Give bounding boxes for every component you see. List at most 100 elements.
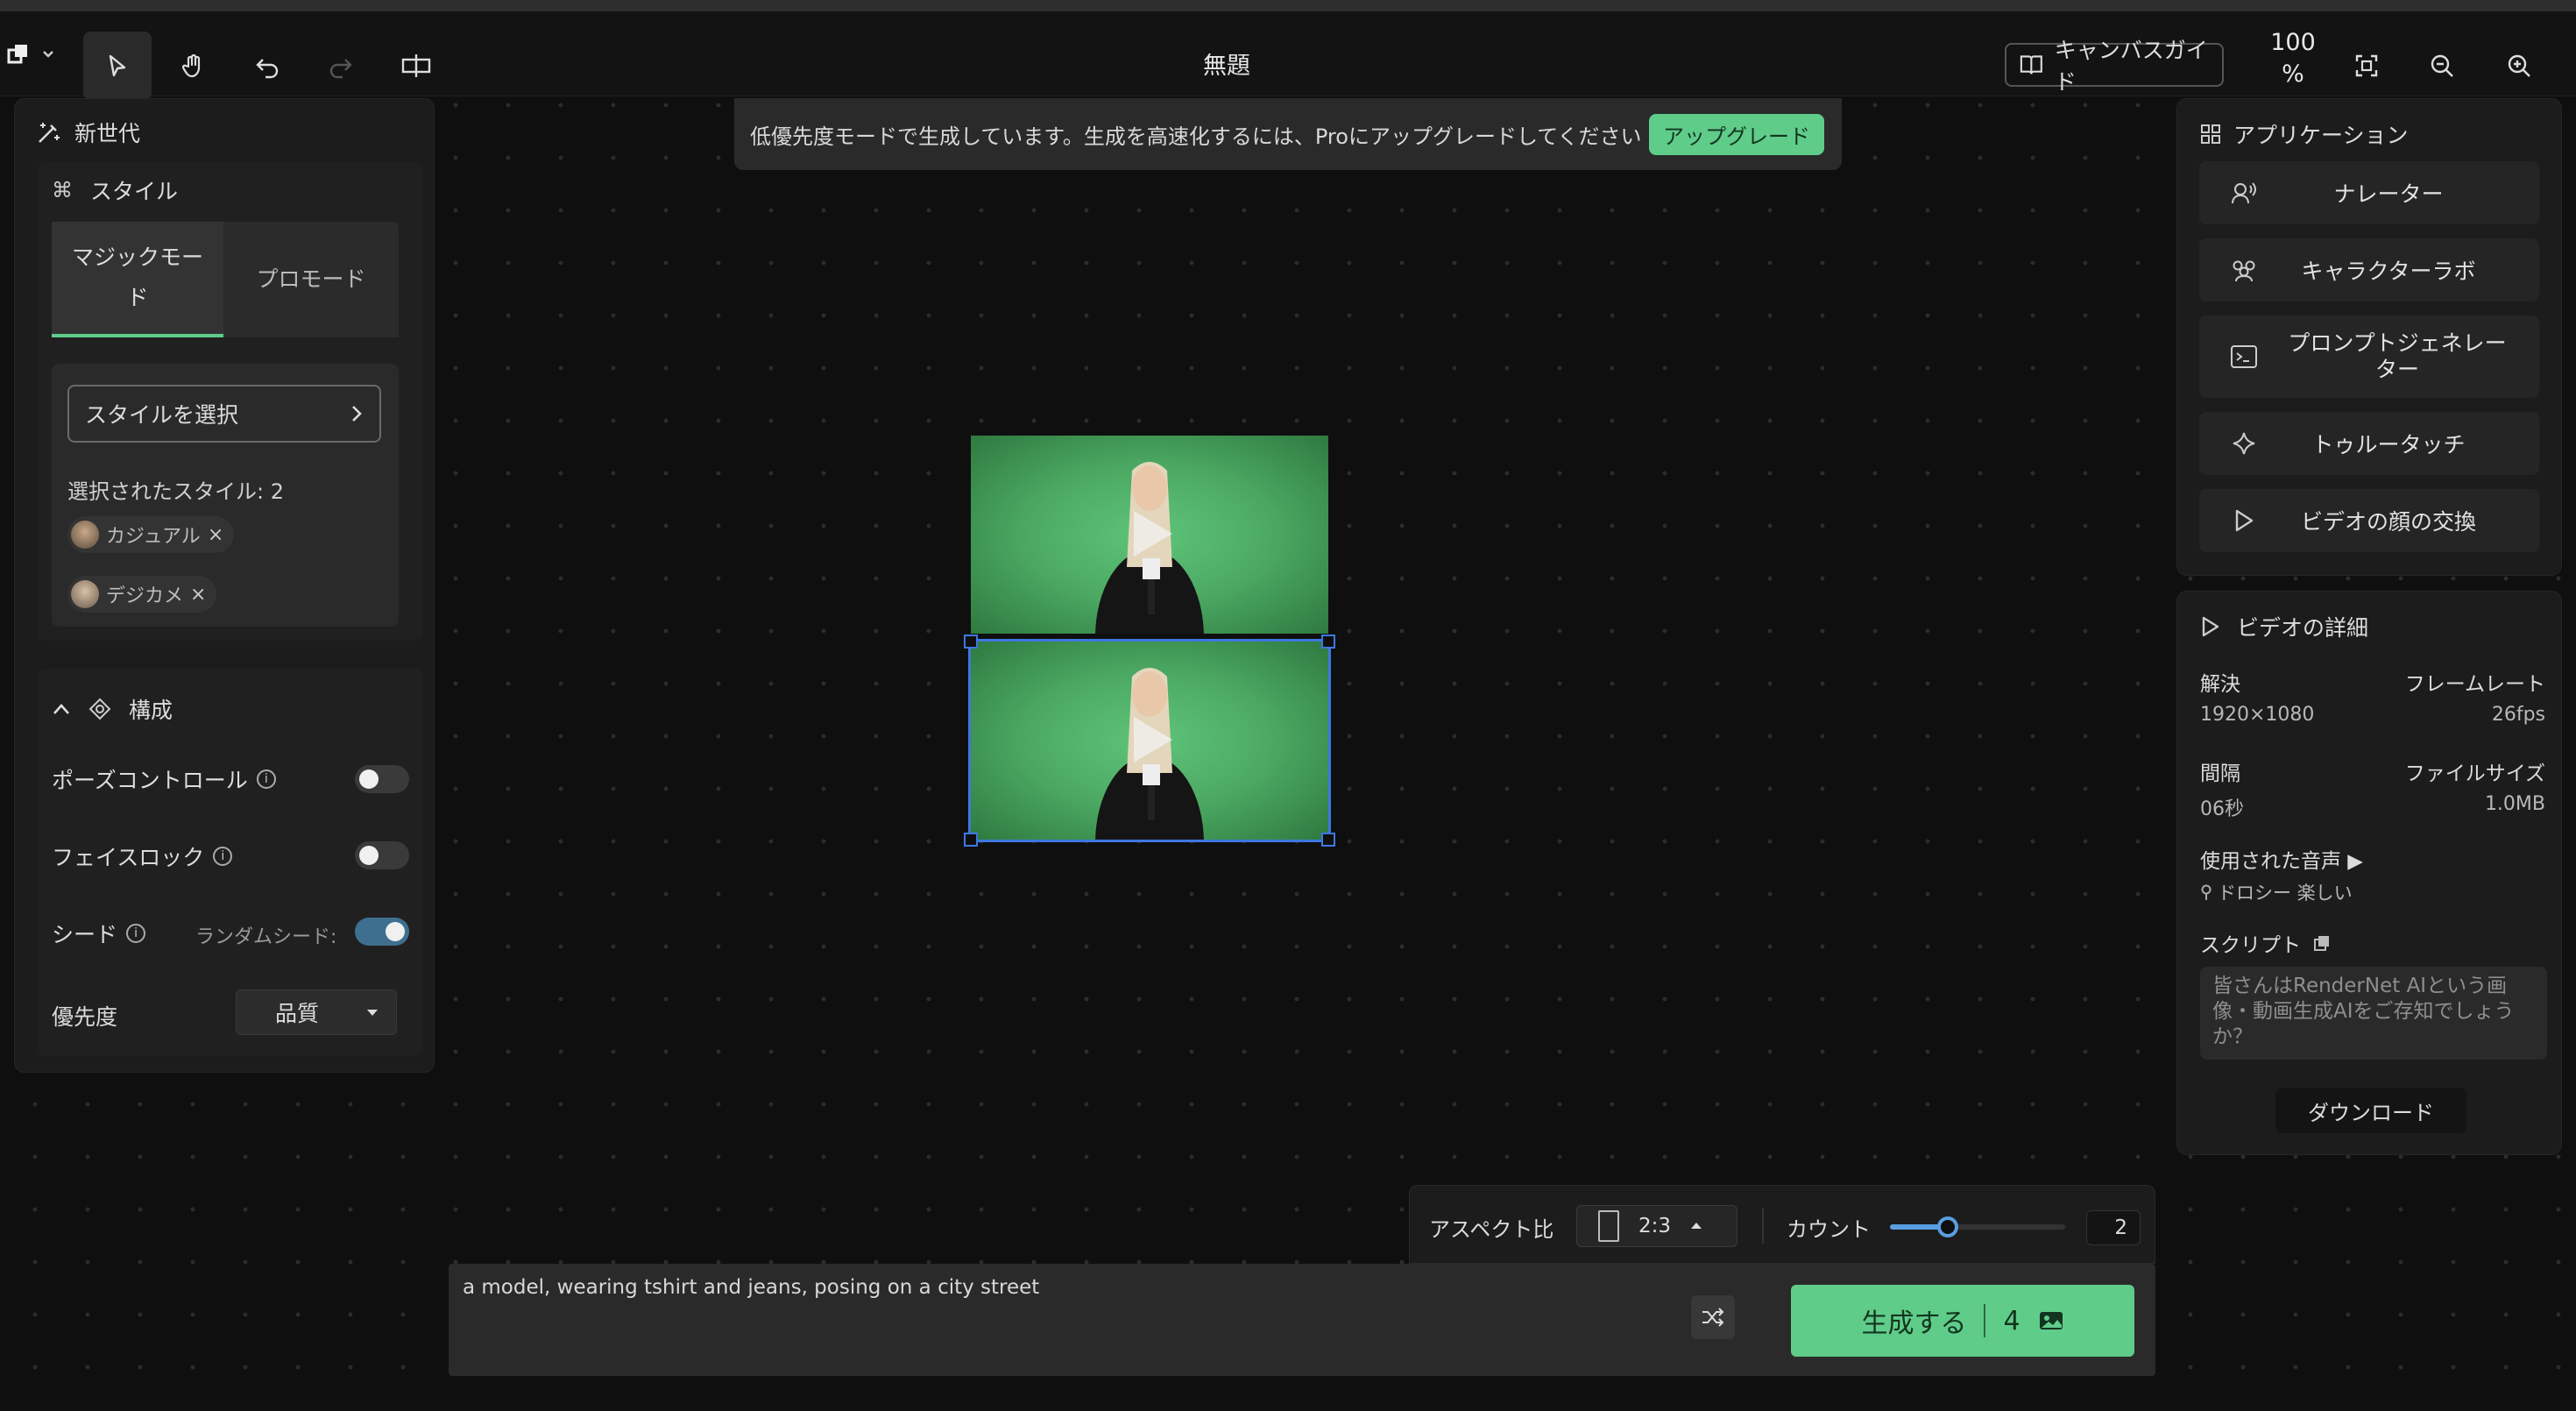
resolution-value: 1920×1080 bbox=[2200, 704, 2315, 726]
download-button[interactable]: ダウンロード bbox=[2275, 1088, 2466, 1133]
undo-icon bbox=[256, 59, 279, 79]
face-lock-row: フェイスロック i bbox=[52, 840, 233, 872]
select-tool-button[interactable] bbox=[83, 32, 152, 100]
upgrade-button[interactable]: アップグレード bbox=[1649, 113, 1824, 155]
frame-icon bbox=[401, 54, 431, 77]
zoom-in-button[interactable] bbox=[2485, 32, 2553, 100]
new-generation-label: 新世代 bbox=[74, 121, 141, 146]
script-label: スクリプト bbox=[2200, 934, 2301, 957]
app-narrator-button[interactable]: ナレーター bbox=[2199, 161, 2539, 224]
frame-tool-button[interactable] bbox=[382, 32, 450, 100]
window-top-strip bbox=[0, 0, 2576, 11]
app-label: プロンプトジェネレーター bbox=[2288, 330, 2507, 382]
play-icon bbox=[2202, 616, 2219, 637]
resize-handle[interactable] bbox=[1321, 635, 1335, 649]
divider bbox=[1984, 1304, 1986, 1337]
new-generation-header: 新世代 bbox=[36, 117, 140, 148]
info-icon[interactable]: i bbox=[256, 769, 276, 789]
mode-tabs: マジックモード プロモード bbox=[52, 222, 399, 337]
caret-down-icon bbox=[367, 1010, 378, 1016]
video-thumbnail-selected[interactable] bbox=[968, 639, 1331, 842]
divider bbox=[1762, 1209, 1764, 1244]
voice-tag: ドロシー 楽しい bbox=[2200, 879, 2353, 905]
resize-handle[interactable] bbox=[964, 833, 978, 847]
duration-value: 06秒 bbox=[2200, 798, 2244, 820]
generate-label: 生成する bbox=[1861, 1308, 1967, 1339]
shuffle-icon bbox=[1702, 1308, 1724, 1327]
info-icon[interactable]: i bbox=[126, 924, 146, 943]
chevron-down-icon bbox=[43, 51, 53, 58]
pose-control-toggle[interactable] bbox=[355, 765, 409, 793]
face-lock-toggle[interactable] bbox=[355, 841, 409, 869]
shuffle-button[interactable] bbox=[1691, 1295, 1735, 1339]
filesize-label: ファイルサイズ bbox=[2404, 762, 2545, 785]
pose-control-row: ポーズコントロール i bbox=[52, 763, 276, 795]
remove-chip-icon[interactable]: × bbox=[208, 524, 223, 546]
count-slider[interactable] bbox=[1890, 1216, 2065, 1237]
random-seed-toggle[interactable] bbox=[355, 918, 409, 946]
select-style-button[interactable]: スタイルを選択 bbox=[67, 385, 381, 443]
chip-label: デジカメ bbox=[106, 585, 184, 607]
video-frame-image bbox=[971, 436, 1328, 634]
generation-settings-bar: アスペクト比 2:3 カウント 2 bbox=[1409, 1185, 2155, 1264]
tab-pro-mode[interactable]: プロモード bbox=[223, 222, 399, 334]
chevron-right-icon bbox=[352, 406, 362, 422]
zoom-out-button[interactable] bbox=[2408, 32, 2476, 100]
prompt-input[interactable]: a model, wearing tshirt and jeans, posin… bbox=[463, 1276, 1039, 1299]
script-textarea[interactable]: 皆さんはRenderNet AIという画像・動画生成AIをご存知でしょうか？ bbox=[2200, 967, 2547, 1060]
script-header: スクリプト bbox=[2200, 928, 2331, 958]
grid-icon bbox=[2201, 124, 2220, 144]
fit-screen-icon bbox=[2355, 54, 2378, 77]
app-label: キャラクターラボ bbox=[2301, 259, 2476, 284]
app-character-lab-button[interactable]: キャラクターラボ bbox=[2199, 238, 2539, 301]
style-selector-box: スタイルを選択 選択されたスタイル: 2 カジュアル × デジカメ × bbox=[52, 364, 399, 627]
redo-icon bbox=[329, 59, 352, 79]
tab-magic-mode[interactable]: マジックモード bbox=[52, 222, 223, 337]
resize-handle[interactable] bbox=[964, 635, 978, 649]
prompt-bar: a model, wearing tshirt and jeans, posin… bbox=[449, 1264, 2155, 1376]
chip-label: カジュアル bbox=[106, 526, 201, 548]
style-section-header: ⌘ スタイル bbox=[52, 174, 178, 206]
zoom-out-icon bbox=[2431, 54, 2453, 77]
fit-screen-button[interactable] bbox=[2332, 32, 2401, 100]
canvas-guide-label: キャンバスガイド bbox=[2054, 38, 2208, 95]
remove-chip-icon[interactable]: × bbox=[190, 584, 206, 606]
priority-select[interactable]: 品質 bbox=[236, 989, 397, 1035]
info-icon[interactable]: i bbox=[213, 847, 233, 866]
filesize-value: 1.0MB bbox=[2484, 793, 2545, 815]
resize-handle[interactable] bbox=[1321, 833, 1335, 847]
framerate-label: フレームレート bbox=[2404, 673, 2545, 696]
logo-menu[interactable] bbox=[7, 43, 54, 66]
hand-tool-button[interactable] bbox=[159, 32, 228, 100]
app-prompt-generator-button[interactable]: プロンプトジェネレーター bbox=[2199, 316, 2539, 398]
copy-icon[interactable] bbox=[2313, 934, 2331, 952]
undo-button[interactable] bbox=[233, 32, 301, 100]
composition-header[interactable]: 構成 bbox=[52, 693, 173, 725]
document-title[interactable]: 無題 bbox=[1139, 46, 1314, 81]
play-icon bbox=[2235, 509, 2254, 532]
face-lock-label: フェイスロック bbox=[52, 845, 205, 870]
app-label: トゥルータッチ bbox=[2311, 432, 2466, 457]
used-voice-label[interactable]: 使用された音声 ▶ bbox=[2200, 844, 2363, 874]
random-seed-label: ランダムシード: bbox=[195, 926, 337, 948]
voice-value: ドロシー 楽しい bbox=[2218, 883, 2353, 904]
avatar bbox=[71, 521, 99, 549]
app-true-touch-button[interactable]: トゥルータッチ bbox=[2199, 412, 2539, 475]
command-icon: ⌘ bbox=[52, 178, 73, 202]
count-input[interactable]: 2 bbox=[2086, 1210, 2141, 1245]
style-section: ⌘ スタイル マジックモード プロモード スタイルを選択 選択されたスタイル: … bbox=[38, 162, 423, 641]
video-details-header: ビデオの詳細 bbox=[2200, 611, 2368, 642]
video-frame-image bbox=[971, 642, 1328, 840]
framerate-value: 26fps bbox=[2491, 704, 2545, 726]
logo-icon bbox=[7, 45, 27, 64]
image-icon bbox=[2039, 1312, 2063, 1329]
video-thumbnail[interactable] bbox=[971, 436, 1328, 634]
redo-button[interactable] bbox=[307, 32, 375, 100]
canvas-guide-button[interactable]: キャンバスガイド bbox=[2005, 38, 2224, 95]
generate-button[interactable]: 生成する 4 bbox=[1791, 1285, 2134, 1357]
app-video-face-swap-button[interactable]: ビデオの顔の交換 bbox=[2199, 489, 2539, 552]
count-slider-thumb[interactable] bbox=[1937, 1216, 1958, 1237]
composition-label: 構成 bbox=[129, 698, 173, 723]
terminal-icon bbox=[2231, 345, 2257, 368]
aspect-ratio-select[interactable]: 2:3 bbox=[1576, 1205, 1737, 1247]
